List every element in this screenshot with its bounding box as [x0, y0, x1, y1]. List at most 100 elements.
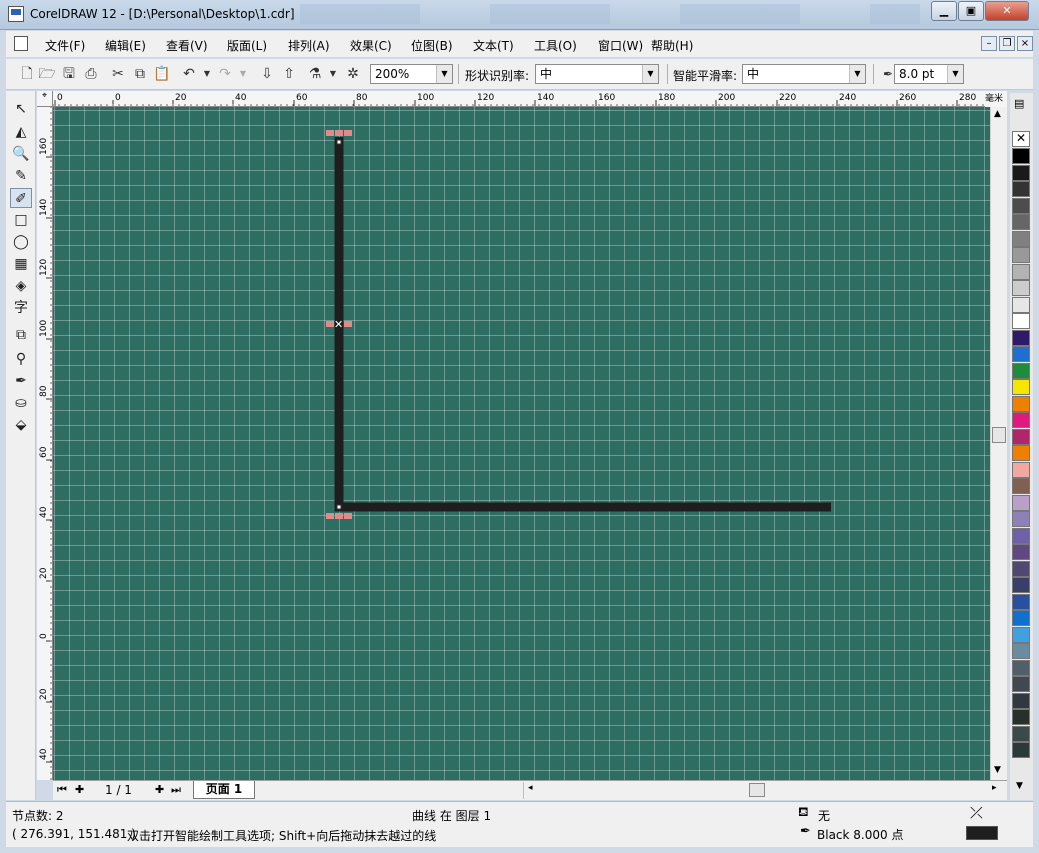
palette-swatch[interactable]	[1012, 709, 1030, 725]
export-icon[interactable]: ⇧	[280, 65, 298, 83]
palette-swatch[interactable]	[1012, 181, 1030, 197]
palette-swatch[interactable]	[1012, 346, 1030, 362]
zoom-tool-icon[interactable]: 🔍	[10, 144, 32, 164]
ellipse-tool-icon[interactable]: ◯	[10, 232, 32, 252]
doc-restore-button[interactable]: ❐	[999, 36, 1015, 51]
new-document-icon[interactable]: 🗋	[18, 65, 36, 83]
undo-icon[interactable]: ↶	[180, 65, 198, 83]
menu-arrange[interactable]: 排列(A)	[288, 37, 330, 54]
coreldraw-app-icon[interactable]	[8, 6, 24, 22]
palette-swatch[interactable]	[1012, 692, 1030, 709]
menu-window[interactable]: 窗口(W)	[598, 37, 643, 54]
scroll-up-icon[interactable]: ▲	[994, 109, 1001, 119]
rectangle-tool-icon[interactable]: □	[10, 210, 32, 230]
fill-tool-icon[interactable]: ⛀	[10, 393, 32, 413]
palette-swatch[interactable]	[1012, 263, 1030, 280]
interactive-fill-tool-icon[interactable]: ⬙	[10, 415, 32, 435]
palette-swatch[interactable]	[1012, 494, 1030, 511]
basic-shapes-tool-icon[interactable]: ◈	[10, 276, 32, 296]
palette-menu-icon[interactable]: ▤	[1014, 97, 1024, 110]
redo-dropdown-icon[interactable]: ▼	[234, 65, 252, 83]
shape-tool-icon[interactable]: ◭	[10, 122, 32, 142]
horizontal-scroll-thumb[interactable]	[749, 783, 765, 797]
palette-swatch[interactable]	[1012, 148, 1030, 164]
palette-swatch[interactable]	[1012, 214, 1030, 230]
no-fill-swatch-icon[interactable]: ⤫	[970, 803, 983, 823]
palette-swatch[interactable]	[1012, 560, 1030, 577]
palette-swatch[interactable]	[1012, 593, 1030, 610]
palette-swatch[interactable]	[1012, 230, 1030, 247]
shape-recognition-select[interactable]: 中 ▼	[535, 64, 659, 84]
menu-effects[interactable]: 效果(C)	[350, 37, 392, 54]
close-button[interactable]: ✕	[985, 1, 1029, 21]
palette-swatch[interactable]	[1012, 544, 1030, 560]
palette-swatch[interactable]	[1012, 643, 1030, 659]
menu-text[interactable]: 文本(T)	[473, 37, 514, 54]
cut-icon[interactable]: ✂	[109, 65, 127, 83]
save-icon[interactable]: 🖫	[60, 65, 78, 83]
palette-swatch[interactable]	[1012, 626, 1030, 643]
horizontal-scrollbar[interactable]: ◂ ▸	[523, 782, 1003, 799]
palette-swatch[interactable]	[1012, 313, 1030, 329]
palette-swatch[interactable]	[1012, 478, 1030, 494]
menu-bitmaps[interactable]: 位图(B)	[411, 37, 453, 54]
horizontal-ruler[interactable]: 0 0 20 40 60 80 100 120 140 160 180 200 220 240 260 280	[53, 91, 990, 107]
palette-swatch[interactable]	[1012, 197, 1030, 214]
outline-color-swatch[interactable]	[966, 826, 998, 840]
last-page-icon[interactable]: ⏭	[171, 783, 181, 797]
page-tab[interactable]: 页面 1	[193, 781, 255, 799]
scroll-down-icon[interactable]: ▼	[994, 765, 1001, 775]
menu-view[interactable]: 查看(V)	[166, 37, 208, 54]
print-icon[interactable]: ⎙	[82, 65, 100, 83]
palette-swatch[interactable]	[1012, 676, 1030, 692]
undo-dropdown-icon[interactable]: ▼	[198, 65, 216, 83]
palette-swatch[interactable]	[1012, 296, 1030, 313]
pick-tool-icon[interactable]: ↖	[10, 99, 32, 119]
palette-swatch[interactable]	[1012, 610, 1030, 626]
palette-swatch[interactable]	[1012, 445, 1030, 461]
vertical-scrollbar[interactable]: ▲ ▼	[990, 107, 1007, 780]
palette-swatch[interactable]	[1012, 379, 1030, 395]
menu-edit[interactable]: 编辑(E)	[105, 37, 146, 54]
palette-swatch[interactable]	[1012, 742, 1030, 758]
add-page-after-icon[interactable]: ✚	[155, 783, 164, 796]
palette-swatch[interactable]	[1012, 428, 1030, 445]
freehand-tool-icon[interactable]: ✎	[10, 166, 32, 186]
palette-swatch[interactable]	[1012, 329, 1030, 346]
menu-file[interactable]: 文件(F)	[45, 37, 85, 54]
menu-tools[interactable]: 工具(O)	[534, 37, 577, 54]
drawing-canvas[interactable]: ✕	[53, 107, 990, 780]
doc-close-button[interactable]: ×	[1017, 36, 1033, 51]
copy-icon[interactable]: ⧉	[131, 65, 149, 83]
vertical-scroll-thumb[interactable]	[992, 427, 1006, 443]
menu-layout[interactable]: 版面(L)	[227, 37, 267, 54]
scroll-right-icon[interactable]: ▸	[992, 783, 997, 793]
text-tool-icon[interactable]: 字	[10, 298, 32, 318]
palette-swatch[interactable]	[1012, 247, 1030, 263]
palette-scroll-down-icon[interactable]: ▼	[1016, 781, 1023, 791]
minimize-button[interactable]: ▁	[931, 1, 957, 21]
palette-swatch[interactable]	[1012, 395, 1030, 412]
open-icon[interactable]: 🗁	[38, 65, 56, 83]
launcher-dropdown-icon[interactable]: ▼	[324, 65, 342, 83]
ruler-origin-corner[interactable]: ⌖	[37, 91, 53, 107]
outline-tool-icon[interactable]: ✒	[10, 371, 32, 391]
document-icon[interactable]	[14, 36, 28, 51]
graph-paper-tool-icon[interactable]: ▦	[10, 254, 32, 274]
add-page-before-icon[interactable]: ✚	[75, 783, 84, 796]
drawing-svg[interactable]: ✕	[53, 107, 990, 780]
no-color-swatch[interactable]: ✕	[1012, 131, 1030, 147]
doc-minimize-button[interactable]: –	[981, 36, 997, 51]
import-icon[interactable]: ⇩	[258, 65, 276, 83]
palette-swatch[interactable]	[1012, 659, 1030, 676]
palette-swatch[interactable]	[1012, 725, 1030, 742]
smart-drawing-tool-icon[interactable]: ✐	[10, 188, 32, 208]
palette-swatch[interactable]	[1012, 577, 1030, 593]
zoom-level-select[interactable]: 200% ▼	[370, 64, 453, 84]
scroll-left-icon[interactable]: ◂	[528, 783, 533, 793]
palette-swatch[interactable]	[1012, 164, 1030, 181]
palette-swatch[interactable]	[1012, 461, 1030, 478]
palette-swatch[interactable]	[1012, 511, 1030, 527]
palette-swatch[interactable]	[1012, 527, 1030, 544]
drawn-curve[interactable]	[334, 137, 831, 512]
